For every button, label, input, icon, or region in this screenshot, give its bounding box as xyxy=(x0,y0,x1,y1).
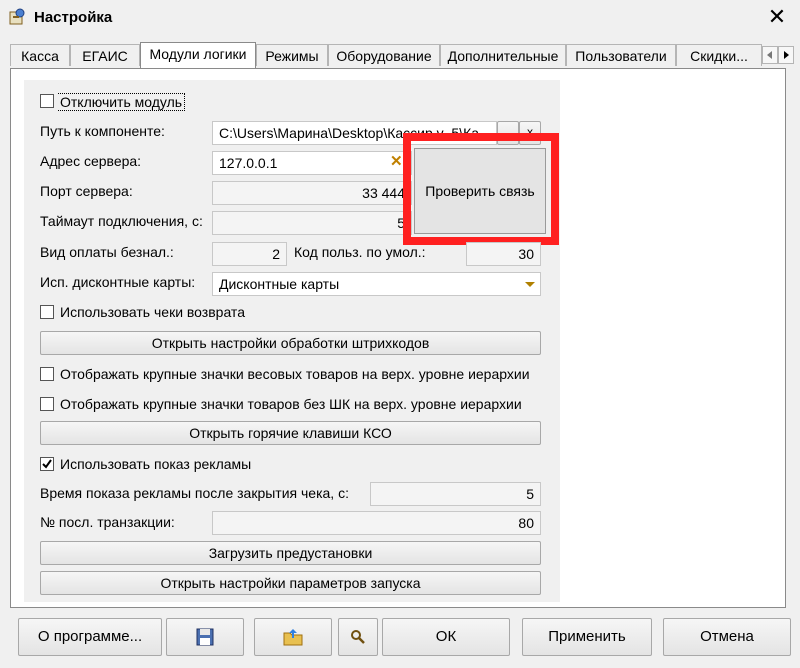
large-nobarcode-icons-checkbox[interactable] xyxy=(40,397,54,411)
checkmark-icon xyxy=(42,459,52,469)
default-user-code-label: Код польз. по умол.: xyxy=(294,244,426,260)
disable-module-label: Отключить модуль xyxy=(58,93,186,111)
large-weight-icons-label: Отображать крупные значки весовых товаро… xyxy=(60,366,530,382)
discount-cards-value: Дисконтные карты xyxy=(219,276,340,292)
search-icon xyxy=(351,630,365,644)
server-port-input[interactable]: 33 444 xyxy=(212,181,412,205)
tab-logic-modules[interactable]: Модули логики xyxy=(140,42,256,68)
discount-cards-select[interactable]: Дисконтные карты xyxy=(212,272,541,296)
server-address-label: Адрес сервера: xyxy=(40,153,142,169)
last-transaction-label: № посл. транзакции: xyxy=(40,514,175,530)
check-connection-button[interactable]: Проверить связь xyxy=(414,148,546,234)
discount-cards-label: Исп. дисконтные карты: xyxy=(40,274,196,290)
server-address-input[interactable]: 127.0.0.1 xyxy=(212,151,412,175)
floppy-disk-icon xyxy=(196,628,214,646)
ads-checkbox[interactable] xyxy=(40,457,54,471)
search-button[interactable] xyxy=(338,618,378,656)
tab-bar: Касса ЕГАИС Модули логики Режимы Оборудо… xyxy=(10,42,796,68)
payment-type-label: Вид оплаты безнал.: xyxy=(40,244,174,260)
timeout-label: Таймаут подключения, с: xyxy=(40,213,203,229)
return-checks-label: Использовать чеки возврата xyxy=(60,304,245,320)
timeout-input[interactable]: 5 xyxy=(212,211,412,235)
ads-time-input[interactable]: 5 xyxy=(370,482,541,506)
title-bar: Настройка ✕ xyxy=(0,0,800,36)
launch-params-button[interactable]: Открыть настройки параметров запуска xyxy=(40,571,541,595)
hotkeys-button[interactable]: Открыть горячие клавиши КСО xyxy=(40,421,541,445)
path-label: Путь к компоненте: xyxy=(40,123,165,139)
close-icon[interactable]: ✕ xyxy=(764,4,790,30)
apply-button[interactable]: Применить xyxy=(522,618,652,656)
save-button[interactable] xyxy=(166,618,244,656)
tab-discounts[interactable]: Скидки... xyxy=(676,44,762,66)
export-button[interactable] xyxy=(254,618,332,656)
tab-scroll-left-icon[interactable] xyxy=(762,46,778,64)
last-transaction-input[interactable]: 80 xyxy=(212,511,541,535)
large-weight-icons-checkbox[interactable] xyxy=(40,367,54,381)
disable-module-checkbox[interactable] xyxy=(40,94,54,108)
barcode-settings-button[interactable]: Открыть настройки обработки штрихкодов xyxy=(40,331,541,355)
tab-kassa[interactable]: Касса xyxy=(10,44,70,66)
settings-app-icon xyxy=(8,8,26,26)
ok-button[interactable]: ОК xyxy=(382,618,510,656)
ads-label: Использовать показ рекламы xyxy=(60,456,252,472)
tab-equipment[interactable]: Оборудование xyxy=(328,44,440,66)
window-title: Настройка xyxy=(34,9,113,26)
tab-scroll-right-icon[interactable] xyxy=(778,46,794,64)
server-port-label: Порт сервера: xyxy=(40,183,133,199)
tab-additional[interactable]: Дополнительные xyxy=(440,44,566,66)
return-checks-checkbox[interactable] xyxy=(40,305,54,319)
tab-modes[interactable]: Режимы xyxy=(256,44,328,66)
default-user-code-input[interactable]: 30 xyxy=(466,242,541,266)
tab-egais[interactable]: ЕГАИС xyxy=(70,44,140,66)
cancel-button[interactable]: Отмена xyxy=(663,618,791,656)
payment-type-input[interactable]: 2 xyxy=(212,242,287,266)
large-nobarcode-icons-label: Отображать крупные значки товаров без ШК… xyxy=(60,396,522,412)
chevron-down-icon[interactable] xyxy=(522,275,538,293)
about-button[interactable]: О программе... xyxy=(18,618,162,656)
tab-users[interactable]: Пользователи xyxy=(566,44,676,66)
load-presets-button[interactable]: Загрузить предустановки xyxy=(40,541,541,565)
folder-export-icon xyxy=(283,629,303,646)
ads-time-label: Время показа рекламы после закрытия чека… xyxy=(40,485,349,501)
